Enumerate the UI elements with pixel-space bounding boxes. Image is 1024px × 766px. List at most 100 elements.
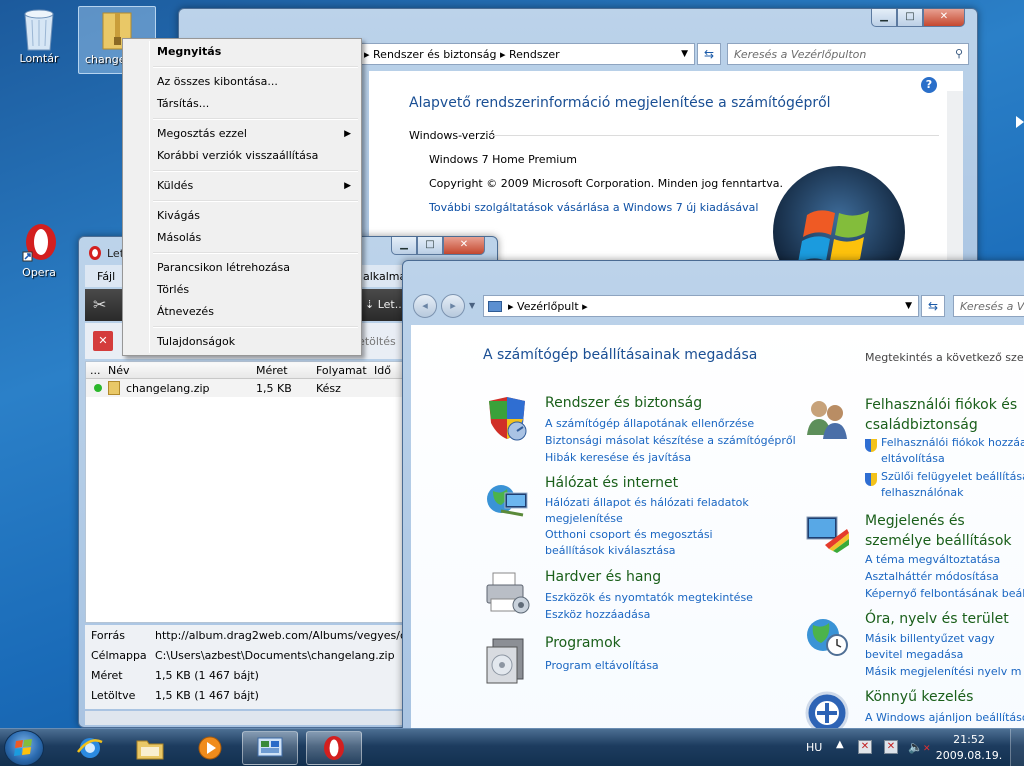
- menu-item-cut[interactable]: Kivágás: [157, 206, 357, 226]
- menu-item-open-with[interactable]: Társítás...: [157, 94, 357, 114]
- breadcrumb-item[interactable]: Rendszer: [509, 48, 560, 61]
- delete-icon[interactable]: ✕: [93, 331, 113, 351]
- category-link[interactable]: Eszköz hozzáadása: [545, 606, 650, 623]
- category-link[interactable]: Másik billentyűzet vagy bevitel megadása: [865, 631, 1024, 663]
- minimize-button[interactable]: ▁: [871, 9, 897, 27]
- desktop-icon-label: Opera: [22, 266, 56, 279]
- volume-muted-icon[interactable]: 🔈✕: [908, 740, 931, 754]
- address-bar[interactable]: ▸ Vezérlőpult ▸ ▼: [483, 295, 919, 317]
- control-panel-window: ◂ ▸ ▼ ▸ Vezérlőpult ▸ ▼ ⇆ Keresés a Ve A…: [402, 260, 1024, 741]
- category-title[interactable]: Megjelenés és személye beállítások: [865, 511, 1024, 551]
- maximize-button[interactable]: □: [897, 9, 923, 27]
- clock-time[interactable]: 21:52: [944, 733, 994, 746]
- back-button[interactable]: ◂: [413, 294, 437, 318]
- help-icon[interactable]: ?: [921, 77, 937, 93]
- menu-item-tail[interactable]: alkalma: [363, 270, 406, 283]
- category-link[interactable]: A számítógép állapotának ellenőrzése: [545, 415, 754, 432]
- menu-item-properties[interactable]: Tulajdonságok: [157, 332, 357, 352]
- media-player-icon: [198, 736, 222, 760]
- column-header[interactable]: Folyamat: [316, 364, 367, 377]
- menu-item-send-to[interactable]: Küldés ▶: [157, 176, 357, 196]
- search-input[interactable]: Keresés a Vezérlőpulton ⚲: [727, 43, 969, 65]
- status-dot-icon: [94, 384, 102, 392]
- start-button[interactable]: [4, 730, 44, 766]
- address-bar[interactable]: ▸ Rendszer és biztonság ▸ Rendszer ▼: [359, 43, 695, 65]
- forward-button[interactable]: ▸: [441, 294, 465, 318]
- category-link[interactable]: Felhasználói fiókok hozzáad eltávolítása: [881, 435, 1024, 467]
- menu-item-delete[interactable]: Törlés: [157, 280, 357, 300]
- search-input[interactable]: Keresés a Ve: [953, 295, 1024, 317]
- downloads-tab[interactable]: ⇣ Let...: [365, 298, 405, 311]
- column-header[interactable]: Idő: [374, 364, 391, 377]
- taskbar-opera[interactable]: [306, 731, 362, 765]
- category-link[interactable]: Program eltávolítása: [545, 657, 659, 674]
- category-title[interactable]: Hálózat és internet: [545, 475, 678, 491]
- history-chevron-icon[interactable]: ▼: [469, 301, 475, 310]
- folder-icon: [136, 740, 164, 760]
- menu-item-extract-all[interactable]: Az összes kibontása...: [157, 72, 357, 92]
- tools-icon[interactable]: ✂: [93, 295, 106, 314]
- category-link[interactable]: Hibák keresése és javítása: [545, 449, 691, 466]
- taskbar-media-player[interactable]: [182, 731, 238, 765]
- breadcrumb-item[interactable]: Rendszer és biztonság: [373, 48, 496, 61]
- category-title[interactable]: Hardver és hang: [545, 569, 661, 585]
- breadcrumb-item[interactable]: Vezérlőpult: [517, 300, 579, 313]
- category-link[interactable]: Biztonsági másolat készítése a számítógé…: [545, 432, 796, 449]
- clock-date[interactable]: 2009.08.19.: [934, 749, 1004, 762]
- clock-globe-icon: [803, 611, 851, 662]
- category-title[interactable]: Rendszer és biztonság: [545, 395, 702, 411]
- category-link[interactable]: A téma megváltoztatása: [865, 551, 1000, 568]
- page-title: Alapvető rendszerinformáció megjelenítés…: [409, 95, 831, 111]
- category-title[interactable]: Óra, nyelv és terület: [865, 611, 1009, 627]
- tray-expand-icon[interactable]: ▲: [836, 739, 844, 750]
- category-link[interactable]: Szülői felügyelet beállítása felhasználó…: [881, 469, 1024, 501]
- network-status-icon[interactable]: ✕: [884, 740, 898, 754]
- category-title[interactable]: Felhasználói fiókok és családbiztonság: [865, 395, 1024, 435]
- category-link[interactable]: Eszközök és nyomtatók megtekintése: [545, 589, 753, 606]
- printer-icon: [483, 569, 531, 620]
- refresh-button[interactable]: ⇆: [921, 295, 945, 317]
- category-link[interactable]: Másik megjelenítési nyelv m: [865, 663, 1021, 680]
- close-button[interactable]: ✕: [923, 9, 965, 27]
- action-center-icon[interactable]: ✕: [858, 740, 872, 754]
- category-link[interactable]: A Windows ajánljon beállításo: [865, 709, 1024, 726]
- column-header[interactable]: Méret: [256, 364, 288, 377]
- refresh-button[interactable]: ⇆: [697, 43, 721, 65]
- category-title[interactable]: Könnyű kezelés: [865, 689, 973, 705]
- taskbar-ie[interactable]: [62, 731, 118, 765]
- menu-item-restore-versions[interactable]: Korábbi verziók visszaállítása: [157, 146, 357, 166]
- column-header[interactable]: ...: [90, 364, 101, 377]
- copyright-text: Copyright © 2009 Microsoft Corporation. …: [429, 177, 783, 190]
- opera-icon: [19, 220, 59, 264]
- taskbar-explorer[interactable]: [122, 731, 178, 765]
- menu-item-open[interactable]: Megnyitás: [157, 42, 357, 62]
- menu-item-file[interactable]: Fájl: [97, 270, 115, 283]
- detail-value: 1,5 KB (1 467 bájt): [155, 669, 259, 682]
- download-arrow-icon: ⇣: [365, 298, 375, 311]
- category-title[interactable]: Programok: [545, 635, 621, 651]
- category-link[interactable]: Képernyő felbontásának beállí: [865, 585, 1024, 602]
- category-link[interactable]: Hálózati állapot és hálózati feladatok m…: [545, 495, 765, 527]
- column-header[interactable]: Név: [108, 364, 130, 377]
- close-button[interactable]: ✕: [443, 237, 485, 255]
- detail-value[interactable]: C:\Users\azbest\Documents\changelang.zip: [155, 649, 395, 662]
- menu-item-copy[interactable]: Másolás: [157, 228, 357, 248]
- menu-item-share-with[interactable]: Megosztás ezzel ▶: [157, 124, 357, 144]
- category-link[interactable]: Otthoni csoport és megosztási beállításo…: [545, 527, 775, 559]
- desktop-icon-recycle-bin[interactable]: Lomtár: [8, 6, 70, 65]
- minimize-button[interactable]: ▁: [391, 237, 417, 255]
- menu-item-create-shortcut[interactable]: Parancsikon létrehozása: [157, 258, 357, 278]
- detail-label: Célmappa: [91, 649, 147, 662]
- breadcrumb-separator-icon: ▸: [364, 47, 374, 61]
- chevron-down-icon[interactable]: ▼: [905, 301, 912, 311]
- windows-logo-icon: [14, 739, 32, 756]
- desktop-icon-opera[interactable]: Opera: [8, 220, 70, 279]
- menu-item-rename[interactable]: Átnevezés: [157, 302, 357, 322]
- show-desktop-button[interactable]: [1010, 729, 1024, 766]
- language-indicator[interactable]: HU: [806, 741, 822, 754]
- chevron-down-icon[interactable]: ▼: [681, 49, 688, 59]
- category-link[interactable]: Asztalháttér módosítása: [865, 568, 999, 585]
- upgrade-link[interactable]: További szolgáltatások vásárlása a Windo…: [429, 201, 758, 214]
- taskbar-control-panel[interactable]: [242, 731, 298, 765]
- maximize-button[interactable]: □: [417, 237, 443, 255]
